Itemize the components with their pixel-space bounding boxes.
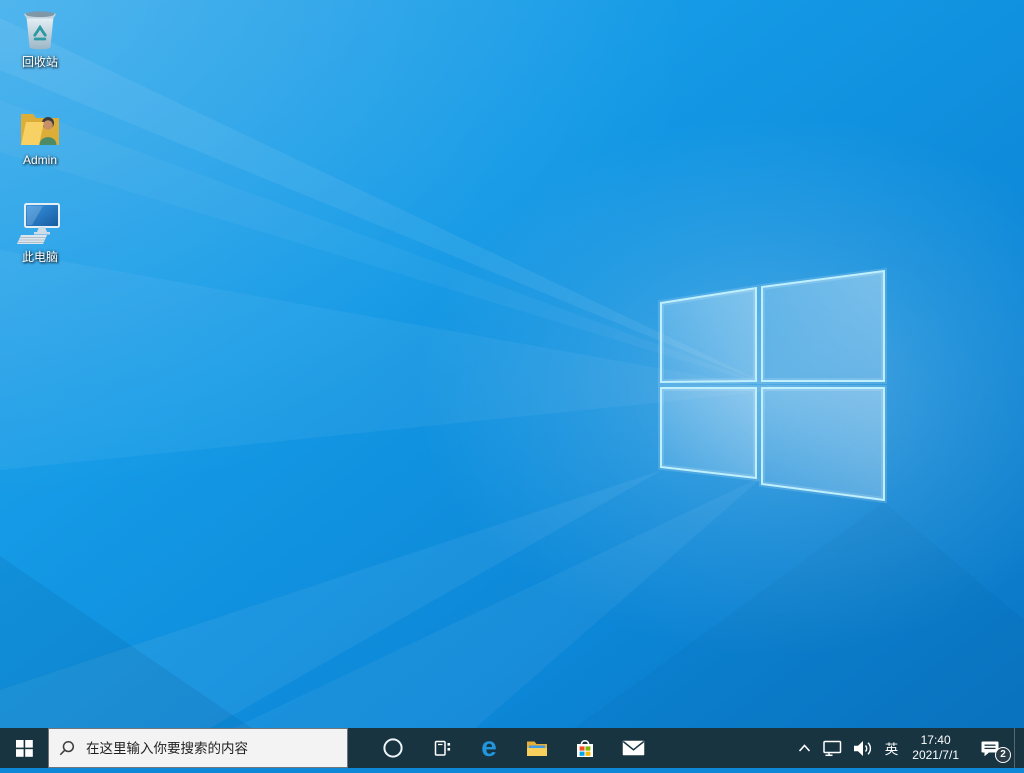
clock-time: 17:40 [920, 733, 951, 747]
search-icon [59, 740, 75, 755]
volume-speaker-icon [853, 740, 871, 756]
notification-badge: 2 [995, 747, 1011, 763]
system-tray: 英 17:40 2021/7/1 2 [792, 728, 1024, 768]
clock-date: 2021/7/1 [912, 748, 959, 762]
cortana-button[interactable] [369, 728, 417, 768]
desktop-icon-label: Admin [22, 153, 57, 167]
desktop-icon-admin-folder[interactable]: Admin [1, 103, 79, 167]
search-input[interactable] [84, 739, 338, 757]
folder-icon [527, 741, 547, 756]
computer-icon [1, 200, 79, 246]
mail-button[interactable] [609, 728, 657, 768]
wallpaper [0, 0, 1024, 768]
language-indicator[interactable]: 英 [878, 728, 906, 768]
taskbar: e [0, 728, 1024, 768]
desktop-icon-this-pc[interactable]: 此电脑 [1, 200, 79, 264]
store-button[interactable] [561, 728, 609, 768]
chevron-up-icon [798, 744, 810, 752]
windows-desktop: { "wallpaper": { "description": "Windows… [0, 0, 1024, 768]
edge-button[interactable]: e [465, 728, 513, 768]
start-button[interactable] [0, 728, 48, 768]
desktop-icon-recycle-bin[interactable]: 回收站 [1, 5, 79, 69]
taskbar-clock[interactable]: 17:40 2021/7/1 [905, 728, 966, 768]
user-folder-icon [1, 103, 79, 149]
cortana-circle-icon [383, 738, 403, 758]
store-bag-icon [577, 740, 593, 757]
mail-envelope-icon [622, 740, 644, 756]
edge-e-icon: e [481, 731, 497, 762]
windows-logo-icon [15, 739, 33, 757]
ethernet-network-icon [823, 740, 842, 756]
show-desktop-button[interactable] [1014, 728, 1024, 768]
task-view-button[interactable] [417, 728, 465, 768]
taskbar-buttons: e [369, 728, 657, 768]
volume-button[interactable] [848, 728, 878, 768]
wallpaper-art [0, 0, 1024, 768]
recycle-bin-icon [1, 5, 79, 51]
taskbar-search[interactable] [48, 728, 348, 768]
task-view-icon [434, 740, 450, 756]
file-explorer-button[interactable] [513, 728, 561, 768]
hidden-icons-button[interactable] [792, 728, 817, 768]
action-center-button[interactable]: 2 [966, 728, 1014, 768]
network-button[interactable] [817, 728, 848, 768]
desktop-icon-label: 回收站 [21, 55, 58, 69]
desktop-icon-label: 此电脑 [21, 250, 58, 264]
